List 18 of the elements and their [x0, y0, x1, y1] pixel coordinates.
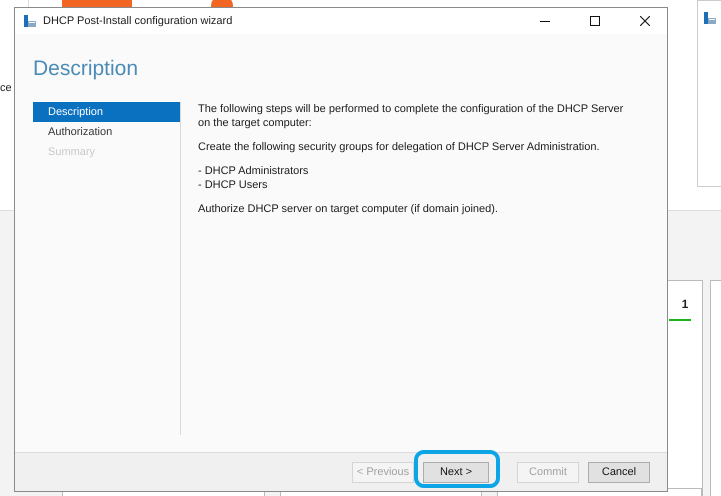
page-title: Description — [32, 56, 140, 78]
window-title: DHCP Post-Install configuration wizard — [43, 15, 234, 27]
wizard-step[interactable]: Authorization — [33, 122, 180, 142]
close-icon[interactable] — [640, 16, 650, 26]
minimize-icon[interactable] — [540, 20, 550, 22]
description-text: The following steps will be performed to complete the configuration of the DHCP Server on the target computer: — [198, 102, 624, 130]
wizard-step[interactable]: Description — [33, 102, 180, 122]
wizard-button[interactable]: Next > — [423, 462, 489, 482]
maximize-icon[interactable] — [590, 16, 600, 26]
list-item: - DHCP Administrators — [198, 164, 310, 178]
wizard-button[interactable]: Cancel — [588, 462, 650, 482]
server-icon — [23, 14, 37, 28]
description-text: Create the following security groups for delegation of DHCP Server Administration. — [198, 140, 600, 154]
server-icon — [703, 11, 717, 25]
tile-count: 1 — [682, 297, 688, 311]
list-item: - DHCP Users — [198, 178, 268, 192]
sidebar-text: ce — [0, 82, 12, 94]
description-text: Authorize DHCP server on target computer (if domain joined). — [198, 202, 499, 216]
